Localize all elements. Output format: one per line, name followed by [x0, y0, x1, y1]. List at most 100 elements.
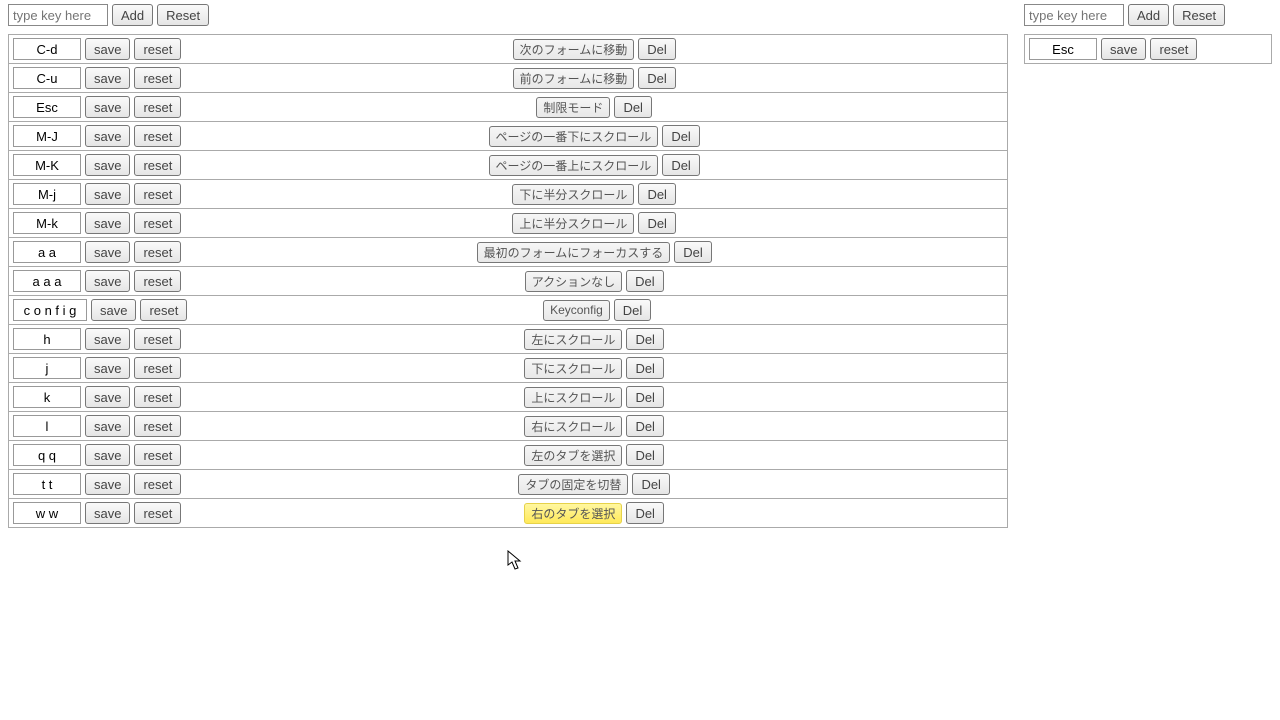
key-field[interactable] — [13, 96, 81, 118]
left-key-input[interactable] — [8, 4, 108, 26]
action-button[interactable]: 下にスクロール — [524, 358, 622, 379]
del-button[interactable]: Del — [662, 125, 700, 147]
del-button[interactable]: Del — [626, 386, 664, 408]
save-button[interactable]: save — [85, 415, 130, 437]
row-reset-button[interactable]: reset — [134, 241, 181, 263]
row-reset-button[interactable]: reset — [140, 299, 187, 321]
del-button[interactable]: Del — [614, 299, 652, 321]
save-button[interactable]: save — [85, 67, 130, 89]
row-reset-button[interactable]: reset — [134, 473, 181, 495]
key-field[interactable] — [13, 357, 81, 379]
row-reset-button[interactable]: reset — [134, 502, 181, 524]
del-button[interactable]: Del — [638, 38, 676, 60]
save-button[interactable]: save — [85, 270, 130, 292]
del-button[interactable]: Del — [626, 502, 664, 524]
del-button[interactable]: Del — [626, 357, 664, 379]
action-button[interactable]: 下に半分スクロール — [512, 184, 634, 205]
save-button[interactable]: save — [1101, 38, 1146, 60]
right-reset-button[interactable]: Reset — [1173, 4, 1225, 26]
save-button[interactable]: save — [85, 125, 130, 147]
left-add-button[interactable]: Add — [112, 4, 153, 26]
binding-row: savereset 左にスクロールDel — [8, 324, 1008, 353]
save-button[interactable]: save — [91, 299, 136, 321]
save-button[interactable]: save — [85, 241, 130, 263]
row-reset-button[interactable]: reset — [134, 328, 181, 350]
save-button[interactable]: save — [85, 328, 130, 350]
row-reset-button[interactable]: reset — [134, 38, 181, 60]
save-button[interactable]: save — [85, 38, 130, 60]
row-reset-button[interactable]: reset — [134, 96, 181, 118]
action-button[interactable]: 次のフォームに移動 — [513, 39, 635, 60]
right-add-button[interactable]: Add — [1128, 4, 1169, 26]
del-button[interactable]: Del — [662, 154, 700, 176]
row-reset-button[interactable]: reset — [134, 212, 181, 234]
save-button[interactable]: save — [85, 212, 130, 234]
del-button[interactable]: Del — [626, 270, 664, 292]
right-key-input[interactable] — [1024, 4, 1124, 26]
save-button[interactable]: save — [85, 473, 130, 495]
del-button[interactable]: Del — [638, 67, 676, 89]
del-button[interactable]: Del — [674, 241, 712, 263]
row-reset-button[interactable]: reset — [134, 125, 181, 147]
row-reset-button[interactable]: reset — [134, 444, 181, 466]
key-field[interactable] — [13, 241, 81, 263]
action-button[interactable]: 上にスクロール — [524, 387, 622, 408]
key-field[interactable] — [13, 415, 81, 437]
action-button[interactable]: 右にスクロール — [524, 416, 622, 437]
action-button[interactable]: ページの一番上にスクロール — [489, 155, 659, 176]
save-button[interactable]: save — [85, 386, 130, 408]
key-field[interactable] — [13, 328, 81, 350]
save-button[interactable]: save — [85, 154, 130, 176]
action-button[interactable]: 前のフォームに移動 — [513, 68, 635, 89]
binding-row: savereset — [1024, 34, 1272, 64]
left-binding-list: savereset次のフォームに移動Delsavereset前のフォームに移動D… — [8, 34, 1008, 528]
binding-row: savereset 前のフォームに移動Del — [8, 63, 1008, 92]
del-button[interactable]: Del — [632, 473, 670, 495]
binding-row: savereset タブの固定を切替Del — [8, 469, 1008, 498]
key-field[interactable] — [13, 183, 81, 205]
key-field[interactable] — [1029, 38, 1097, 60]
action-button[interactable]: 最初のフォームにフォーカスする — [477, 242, 671, 263]
del-button[interactable]: Del — [626, 328, 664, 350]
key-field[interactable] — [13, 299, 87, 321]
save-button[interactable]: save — [85, 444, 130, 466]
action-button[interactable]: 左にスクロール — [524, 329, 622, 350]
key-field[interactable] — [13, 38, 81, 60]
row-reset-button[interactable]: reset — [134, 357, 181, 379]
binding-row: savereset ページの一番下にスクロールDel — [8, 121, 1008, 150]
row-reset-button[interactable]: reset — [134, 183, 181, 205]
row-reset-button[interactable]: reset — [134, 67, 181, 89]
key-field[interactable] — [13, 125, 81, 147]
action-button[interactable]: 上に半分スクロール — [512, 213, 634, 234]
action-button[interactable]: タブの固定を切替 — [518, 474, 628, 495]
key-field[interactable] — [13, 473, 81, 495]
action-button[interactable]: 右のタブを選択 — [524, 503, 622, 524]
key-field[interactable] — [13, 67, 81, 89]
save-button[interactable]: save — [85, 502, 130, 524]
key-field[interactable] — [13, 212, 81, 234]
del-button[interactable]: Del — [614, 96, 652, 118]
del-button[interactable]: Del — [638, 212, 676, 234]
del-button[interactable]: Del — [626, 415, 664, 437]
row-reset-button[interactable]: reset — [134, 415, 181, 437]
action-button[interactable]: 制限モード — [536, 97, 610, 118]
action-button[interactable]: Keyconfig — [543, 300, 610, 321]
key-field[interactable] — [13, 502, 81, 524]
row-reset-button[interactable]: reset — [1150, 38, 1197, 60]
action-button[interactable]: ページの一番下にスクロール — [489, 126, 659, 147]
del-button[interactable]: Del — [626, 444, 664, 466]
key-field[interactable] — [13, 154, 81, 176]
save-button[interactable]: save — [85, 96, 130, 118]
row-reset-button[interactable]: reset — [134, 270, 181, 292]
save-button[interactable]: save — [85, 357, 130, 379]
save-button[interactable]: save — [85, 183, 130, 205]
key-field[interactable] — [13, 386, 81, 408]
del-button[interactable]: Del — [638, 183, 676, 205]
action-button[interactable]: アクションなし — [525, 271, 622, 292]
action-button[interactable]: 左のタブを選択 — [524, 445, 622, 466]
key-field[interactable] — [13, 444, 81, 466]
left-reset-button[interactable]: Reset — [157, 4, 209, 26]
row-reset-button[interactable]: reset — [134, 154, 181, 176]
key-field[interactable] — [13, 270, 81, 292]
row-reset-button[interactable]: reset — [134, 386, 181, 408]
